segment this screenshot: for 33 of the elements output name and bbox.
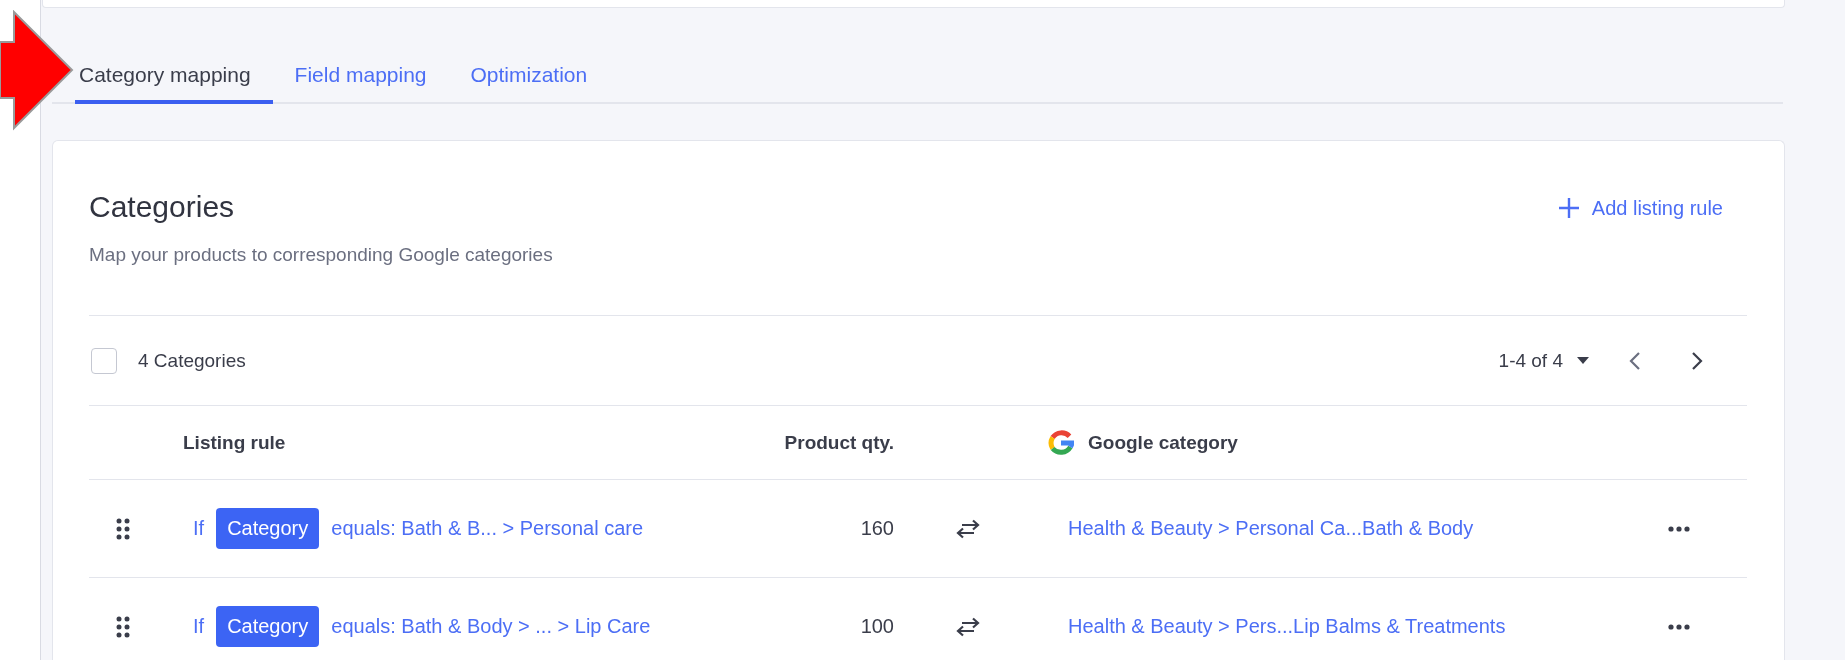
product-qty: 100 bbox=[859, 615, 894, 638]
tab[interactable]: Optimization bbox=[448, 55, 610, 104]
add-listing-rule-button[interactable]: Add listing rule bbox=[1557, 194, 1723, 222]
product-qty: 160 bbox=[859, 517, 894, 540]
rule-prefix: If bbox=[193, 615, 205, 638]
column-header: Product qty. bbox=[783, 431, 894, 454]
google-category-link[interactable]: Health & Beauty > Personal Ca...Bath & Body bbox=[1068, 517, 1474, 539]
attribute-tag: Category bbox=[216, 508, 320, 549]
rule-condition-link[interactable]: equals: Bath & Body > ... > Lip Care bbox=[331, 615, 651, 638]
swap-arrows-icon bbox=[956, 518, 980, 539]
plus-icon bbox=[1557, 197, 1580, 219]
page-range-dropdown[interactable]: 1-4 of 4 bbox=[1498, 349, 1589, 372]
g-logo-icon bbox=[1048, 429, 1074, 456]
tab[interactable]: Category mapping bbox=[75, 55, 273, 104]
google-category-link[interactable]: Health & Beauty > Pers...Lip Balms & Treatments bbox=[1068, 615, 1506, 637]
swap-arrows-icon bbox=[956, 616, 980, 637]
next-page-icon[interactable] bbox=[1691, 350, 1703, 371]
rule-condition-link[interactable]: equals: Bath & B... > Personal care bbox=[331, 517, 644, 540]
rule-prefix: If bbox=[193, 517, 205, 540]
more-icon[interactable] bbox=[1668, 525, 1690, 532]
drag-handle-icon[interactable] bbox=[116, 615, 130, 638]
category-count: 4 Categories bbox=[138, 349, 246, 372]
select-all-checkbox[interactable] bbox=[91, 347, 117, 374]
attribute-tag: Category bbox=[216, 606, 320, 647]
more-icon[interactable] bbox=[1668, 623, 1690, 630]
caret-down-icon bbox=[1577, 357, 1589, 364]
tab[interactable]: Field mapping bbox=[272, 55, 449, 104]
column-header: Google category bbox=[1088, 431, 1238, 454]
drag-handle-icon[interactable] bbox=[116, 517, 130, 540]
column-header: Listing rule bbox=[183, 431, 287, 454]
card-subtitle: Map your products to corresponding Google categories bbox=[89, 244, 553, 266]
card-title: Categories bbox=[89, 190, 236, 224]
previous-page-icon[interactable] bbox=[1629, 350, 1641, 371]
